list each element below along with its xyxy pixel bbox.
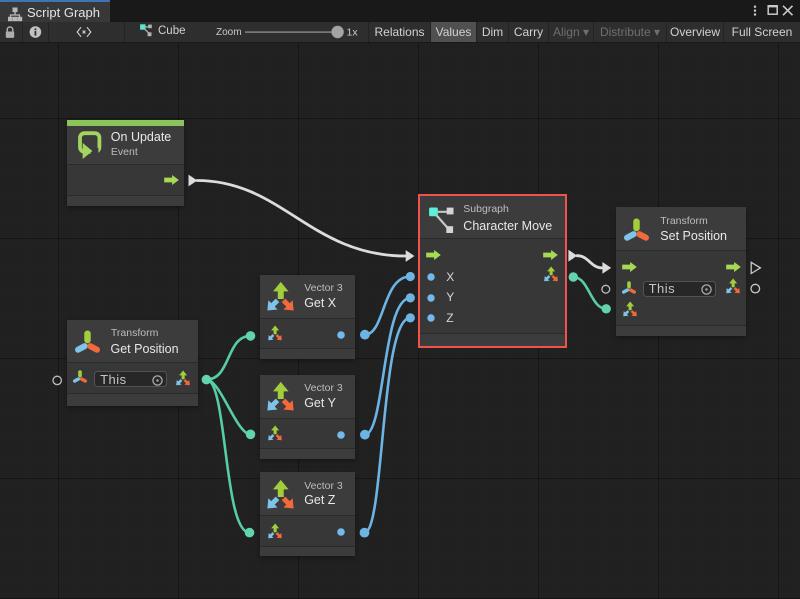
svg-text:1x: 1x [347, 27, 359, 39]
